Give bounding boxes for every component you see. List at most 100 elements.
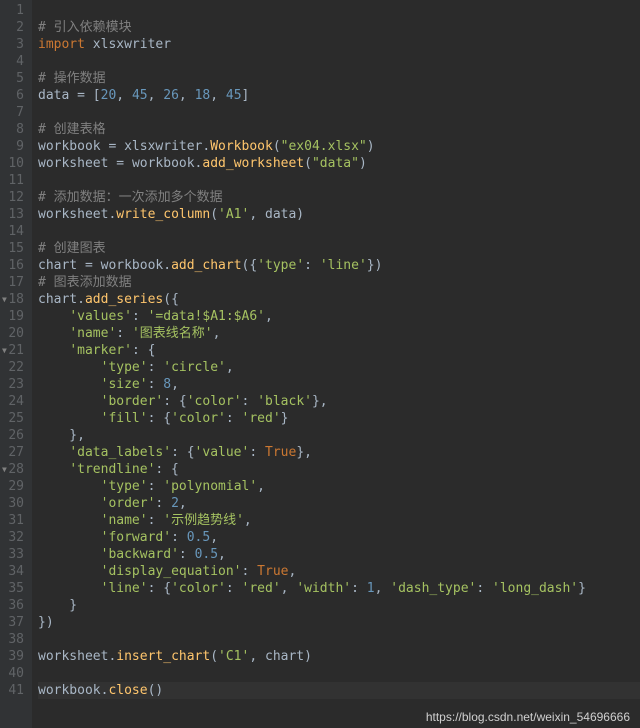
code-line[interactable]: 'fill': {'color': 'red'} [38,410,640,427]
code-line[interactable]: }) [38,614,640,631]
token-op [38,530,101,545]
code-line[interactable]: workbook = xlsxwriter.Workbook("ex04.xls… [38,138,640,155]
token-module: workbook. [38,683,108,698]
token-paren: }, [296,445,312,460]
token-string: 'backward' [101,547,179,562]
token-number: 0.5 [195,547,218,562]
token-paren: : { [148,581,171,596]
code-line[interactable]: 'data_labels': {'value': True}, [38,444,640,461]
code-line[interactable]: 'values': '=data!$A1:$A6', [38,308,640,325]
token-paren: ( [210,649,218,664]
fold-indicator-icon[interactable]: ▼ [2,291,7,308]
code-line[interactable]: # 操作数据 [38,70,640,87]
token-op: , [179,88,195,103]
line-number: 36 [4,597,24,614]
line-number: 35 [4,580,24,597]
token-string: 'name' [101,513,148,528]
line-number: 30 [4,495,24,512]
token-op [38,377,101,392]
code-line[interactable] [38,665,640,682]
code-line[interactable]: # 创建图表 [38,240,640,257]
code-line[interactable]: 'line': {'color': 'red', 'width': 1, 'da… [38,580,640,597]
code-line[interactable]: workbook.close() [38,682,640,699]
fold-indicator-icon[interactable]: ▼ [2,342,7,359]
code-line[interactable]: # 添加数据：一次添加多个数据 [38,189,640,206]
token-string: 'dash_type' [390,581,476,596]
token-op: workbook [38,139,108,154]
token-string: 'marker' [69,343,132,358]
line-number: 31 [4,512,24,529]
code-line[interactable]: 'size': 8, [38,376,640,393]
token-func: write_column [116,207,210,222]
code-editor[interactable]: 123456789101112131415161718▼192021▼22232… [0,0,640,728]
code-line[interactable] [38,104,640,121]
code-area[interactable]: # 引入依赖模块import xlsxwriter # 操作数据data = [2… [32,0,640,728]
code-line[interactable]: chart = workbook.add_chart({'type': 'lin… [38,257,640,274]
code-line[interactable]: } [38,597,640,614]
line-number: 12 [4,189,24,206]
code-line[interactable]: data = [20, 45, 26, 18, 45] [38,87,640,104]
token-number: 45 [132,88,148,103]
line-number: 41 [4,682,24,699]
code-line[interactable]: import xlsxwriter [38,36,640,53]
code-line[interactable] [38,2,640,19]
code-line[interactable] [38,223,640,240]
fold-indicator-icon[interactable]: ▼ [2,461,7,478]
code-line[interactable]: 'name': '示例趋势线', [38,512,640,529]
code-line[interactable]: 'type': 'circle', [38,359,640,376]
token-op: : [226,411,242,426]
token-paren: : { [163,394,186,409]
line-number: 24 [4,393,24,410]
code-line[interactable] [38,172,640,189]
code-line[interactable]: 'trendline': { [38,461,640,478]
line-number: 32 [4,529,24,546]
code-line[interactable] [38,631,640,648]
line-number: 25 [4,410,24,427]
token-number: 2 [171,496,179,511]
token-paren: : { [148,411,171,426]
token-string: 'line' [320,258,367,273]
code-line[interactable]: chart.add_series({ [38,291,640,308]
line-number: 19 [4,308,24,325]
code-line[interactable]: # 图表添加数据 [38,274,640,291]
code-line[interactable]: worksheet.write_column('A1', data) [38,206,640,223]
token-string: 'fill' [101,411,148,426]
code-line[interactable]: 'forward': 0.5, [38,529,640,546]
token-paren: } [38,598,77,613]
code-line[interactable]: 'border': {'color': 'black'}, [38,393,640,410]
token-op: , [244,513,252,528]
token-string: 'A1' [218,207,249,222]
code-line[interactable]: worksheet = workbook.add_worksheet("data… [38,155,640,172]
token-paren: } [281,411,289,426]
code-line[interactable]: 'type': 'polynomial', [38,478,640,495]
code-line[interactable]: 'marker': { [38,342,640,359]
code-line[interactable]: }, [38,427,640,444]
code-line[interactable]: # 创建表格 [38,121,640,138]
token-op: , [210,530,218,545]
code-line[interactable]: 'backward': 0.5, [38,546,640,563]
token-op: , [210,88,226,103]
code-line[interactable]: 'order': 2, [38,495,640,512]
code-line[interactable]: # 引入依赖模块 [38,19,640,36]
token-module: worksheet. [38,649,116,664]
token-string: '示例趋势线' [163,513,244,528]
token-comment: # 引入依赖模块 [38,20,132,35]
token-number: 8 [163,377,171,392]
token-string: 'name' [69,326,116,341]
line-number: 5 [4,70,24,87]
code-line[interactable]: 'name': '图表线名称', [38,325,640,342]
token-paren: ( [210,207,218,222]
token-op: : [148,479,164,494]
token-func: insert_chart [116,649,210,664]
token-number: 45 [226,88,242,103]
token-module: workbook. [132,156,202,171]
token-string: 'color' [187,394,242,409]
line-number: 18▼ [4,291,24,308]
token-string: "ex04.xlsx" [281,139,367,154]
token-op: : [249,445,265,460]
token-op: , [375,581,391,596]
code-line[interactable]: 'display_equation': True, [38,563,640,580]
code-line[interactable]: worksheet.insert_chart('C1', chart) [38,648,640,665]
code-line[interactable] [38,53,640,70]
token-op: = [108,139,124,154]
